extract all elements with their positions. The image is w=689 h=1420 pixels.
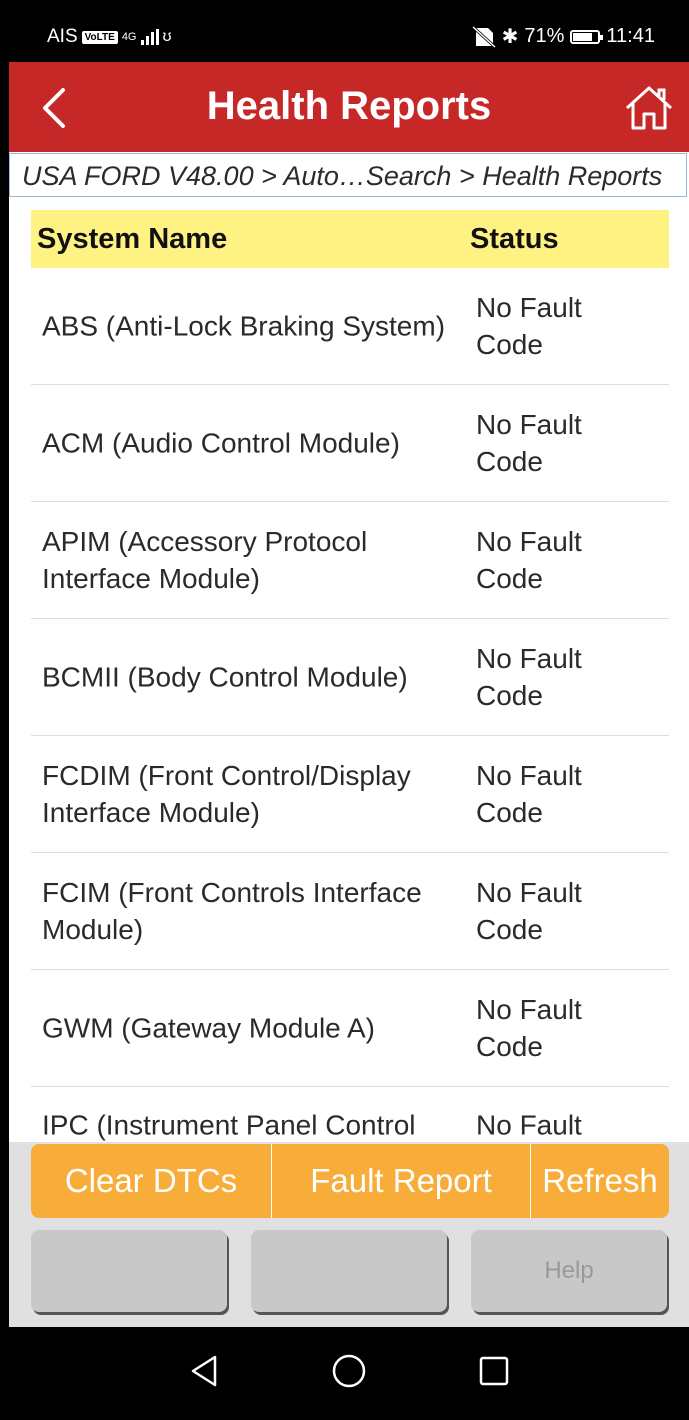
system-status: No Fault Code xyxy=(476,292,582,360)
no-sim-icon xyxy=(471,25,496,48)
table-row[interactable]: GWM (Gateway Module A) No Fault Code xyxy=(31,970,669,1087)
battery-percent: 71% xyxy=(524,25,565,47)
usb-icon: ʊ xyxy=(162,28,172,45)
system-name: ABS (Anti-Lock Braking System) xyxy=(42,310,446,342)
empty-button-1[interactable] xyxy=(31,1230,227,1312)
help-button[interactable]: Help xyxy=(471,1230,667,1312)
system-status: No Fault Code xyxy=(476,760,582,828)
app-screen: AIS VoLTE 4G ʊ ✱ 71% 11:41 Health Report… xyxy=(9,10,689,1420)
empty-button-2[interactable] xyxy=(251,1230,447,1312)
home-circle-icon[interactable] xyxy=(329,1351,369,1391)
signal-icon xyxy=(140,29,159,45)
status-right: ✱ 71% 11:41 xyxy=(471,24,655,49)
battery-icon xyxy=(570,29,604,44)
system-name: APIM (Accessory Protocol Interface Modul… xyxy=(42,526,368,594)
home-icon[interactable] xyxy=(623,84,675,132)
recents-square-icon[interactable] xyxy=(474,1351,514,1391)
bottom-panel: Clear DTCs Fault Report Refresh Help xyxy=(9,1142,689,1327)
volte-badge: VoLTE xyxy=(81,30,118,44)
network-label: 4G xyxy=(121,31,137,43)
system-status: No Fault Code xyxy=(476,994,582,1062)
bluetooth-icon: ✱ xyxy=(501,26,519,48)
system-status: No Fault Code xyxy=(476,526,582,594)
system-name: FCIM (Front Controls Interface Module) xyxy=(42,877,422,945)
system-nav-bar xyxy=(9,1327,689,1420)
status-bar: AIS VoLTE 4G ʊ ✱ 71% 11:41 xyxy=(9,10,689,62)
clear-dtcs-button[interactable]: Clear DTCs xyxy=(31,1144,272,1218)
system-status: No Fault Code xyxy=(476,877,582,945)
system-name: FCDIM (Front Control/Display Interface M… xyxy=(42,760,411,828)
system-list: ABS (Anti-Lock Braking System) No Fault … xyxy=(31,268,669,1204)
system-status: No Fault Code xyxy=(476,409,582,477)
system-status: No Fault Code xyxy=(476,643,582,711)
table-row[interactable]: FCDIM (Front Control/Display Interface M… xyxy=(31,736,669,853)
column-header-status: Status xyxy=(470,223,559,255)
table-row[interactable]: FCIM (Front Controls Interface Module) N… xyxy=(31,853,669,970)
table-row[interactable]: BCMII (Body Control Module) No Fault Cod… xyxy=(31,619,669,736)
system-name: IPC (Instrument Panel Control xyxy=(42,1109,416,1141)
system-name: GWM (Gateway Module A) xyxy=(42,1012,375,1044)
column-header-system-name: System Name xyxy=(37,223,228,255)
system-name: ACM (Audio Control Module) xyxy=(42,427,400,459)
action-bar: Clear DTCs Fault Report Refresh xyxy=(31,1144,669,1218)
status-left: AIS VoLTE 4G ʊ xyxy=(47,26,172,48)
page-title: Health Reports xyxy=(206,84,492,128)
clock: 11:41 xyxy=(606,25,655,47)
app-header: Health Reports xyxy=(9,62,689,152)
table-row[interactable]: APIM (Accessory Protocol Interface Modul… xyxy=(31,502,669,619)
table-row[interactable]: ACM (Audio Control Module) No Fault Code xyxy=(31,385,669,502)
table-header: System Name Status xyxy=(31,210,669,268)
back-triangle-icon[interactable] xyxy=(185,1351,225,1391)
system-status: No Fault xyxy=(476,1109,582,1141)
fault-report-button[interactable]: Fault Report xyxy=(272,1144,531,1218)
refresh-button[interactable]: Refresh xyxy=(531,1144,669,1218)
system-name: BCMII (Body Control Module) xyxy=(42,661,408,693)
breadcrumb: USA FORD V48.00 > Auto…Search > Health R… xyxy=(9,153,687,197)
table-row[interactable]: ABS (Anti-Lock Braking System) No Fault … xyxy=(31,268,669,385)
carrier-label: AIS xyxy=(47,26,78,47)
